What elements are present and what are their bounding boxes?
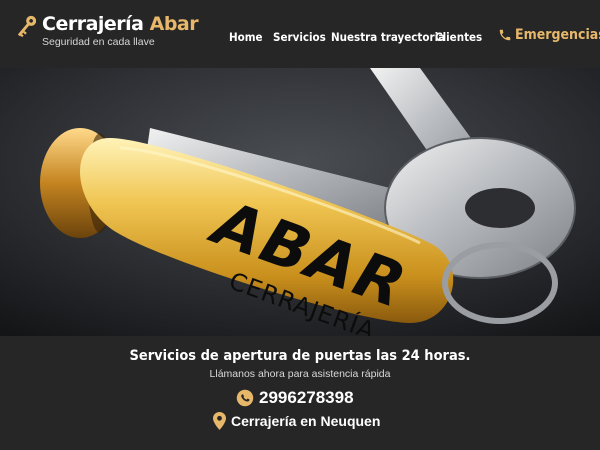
phone-link[interactable]: 2996278398	[236, 388, 354, 408]
hero-image: ABAR CERRAJERÍA	[0, 68, 600, 336]
location-link[interactable]: Cerrajería en Neuquen	[213, 412, 380, 430]
brand-logo[interactable]: Cerrajería Abar Seguridad en cada llave	[16, 12, 199, 48]
key-icon	[17, 15, 36, 38]
contact-headline: Servicios de apertura de puertas las 24 …	[129, 348, 471, 364]
brand-tagline: Seguridad en cada llave	[42, 36, 155, 48]
phone-icon	[499, 29, 511, 41]
brand-name: Cerrajería Abar	[42, 12, 199, 36]
brand-name-accent: Abar	[149, 13, 199, 35]
nav-home[interactable]: Home	[229, 30, 263, 44]
contact-subtext: Llámanos ahora para asistencia rápida	[209, 368, 391, 380]
location-label: Cerrajería en Neuquen	[231, 413, 381, 429]
nav-trayectoria[interactable]: Nuestra trayectoria	[331, 30, 445, 44]
nav-servicios[interactable]: Servicios	[273, 30, 326, 44]
emergency-link[interactable]: Emergencias	[498, 27, 600, 43]
brand-name-main: Cerrajería	[42, 13, 144, 35]
site-header: Cerrajería Abar Seguridad en cada llave …	[0, 0, 600, 68]
map-pin-icon	[213, 412, 226, 430]
contact-band: Servicios de apertura de puertas las 24 …	[0, 336, 600, 450]
emergency-label: Emergencias	[515, 27, 600, 43]
phone-number: 2996278398	[259, 388, 354, 407]
whatsapp-icon	[236, 389, 254, 407]
nav-clientes[interactable]: Clientes	[435, 30, 482, 44]
